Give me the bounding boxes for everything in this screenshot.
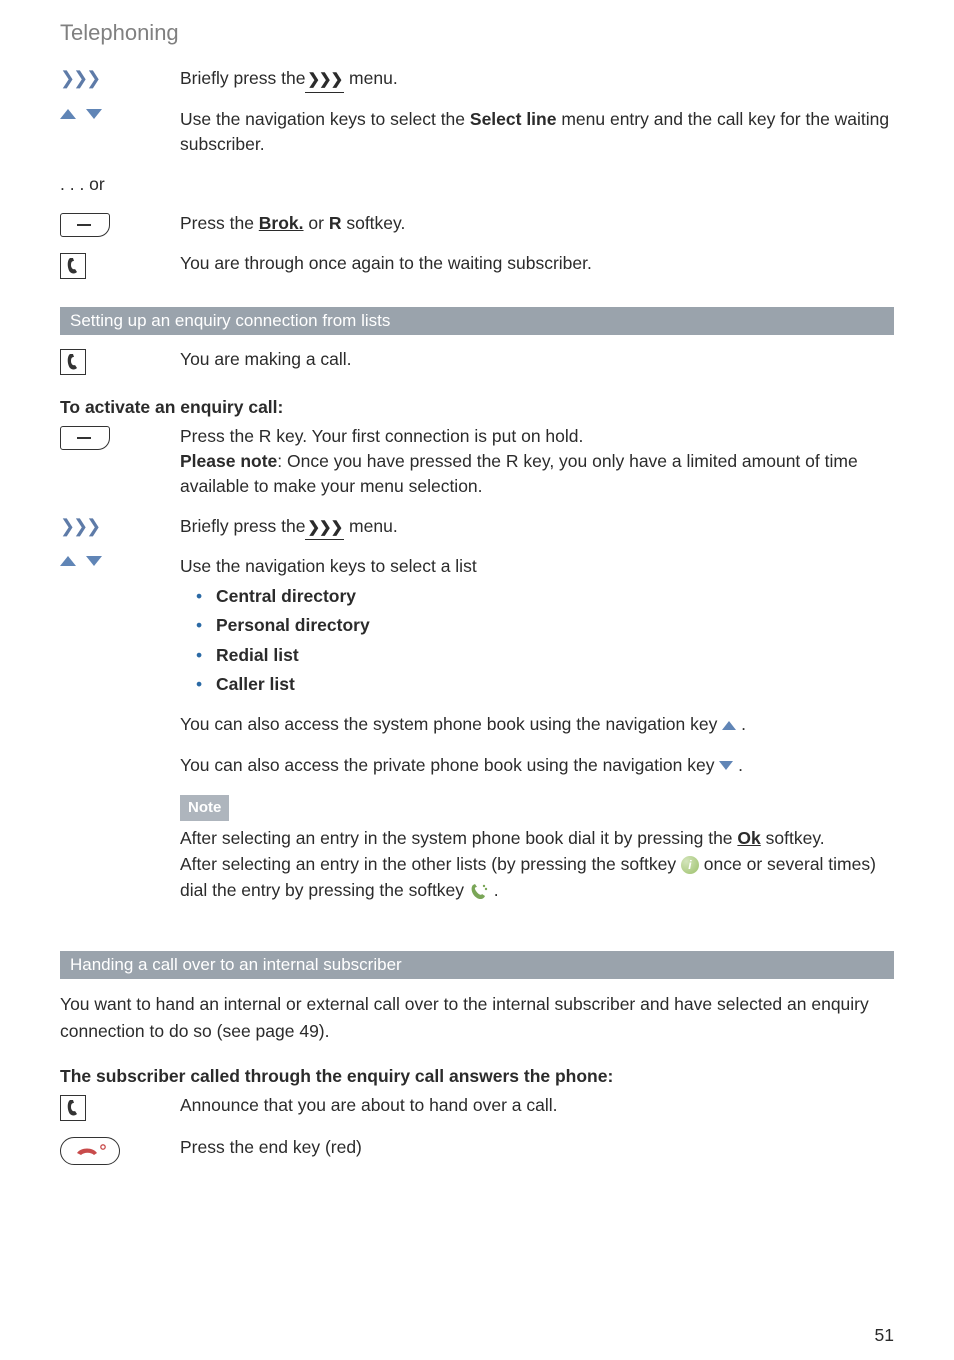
instruction-press-brok: Press the Brok. or R softkey.: [180, 211, 894, 236]
call-softkey-icon: [469, 881, 489, 901]
instruction-press-end-key: Press the end key (red): [180, 1135, 894, 1160]
subhead-subscriber-answers: The subscriber called through the enquir…: [60, 1066, 894, 1087]
menu-chevrons-icon: ❯❯❯: [305, 517, 344, 541]
nav-up-down-icon: [60, 107, 180, 119]
list-item: Personal directory: [216, 615, 370, 635]
chevrons-icon: ❯❯❯: [60, 514, 180, 537]
list-item: Redial list: [216, 645, 299, 665]
chevrons-icon: ❯❯❯: [60, 66, 180, 89]
subhead-activate-enquiry: To activate an enquiry call:: [60, 397, 894, 418]
call-key-icon: [60, 1093, 180, 1121]
nav-down-icon: [719, 761, 733, 770]
list-item: Central directory: [216, 586, 356, 606]
or-separator: . . . or: [60, 174, 894, 195]
instruction-select-list: Use the navigation keys to select a list: [180, 554, 894, 579]
instruction-press-r-key: Press the R key. Your first connection i…: [180, 424, 894, 500]
instruction-select-line: Use the navigation keys to select the Se…: [180, 107, 894, 158]
nav-up-down-icon: [60, 554, 180, 566]
nav-up-icon: [722, 721, 736, 730]
list-item: Caller list: [216, 674, 295, 694]
note-block: Note After selecting an entry in the sys…: [180, 794, 894, 904]
minus-key-icon: [60, 211, 180, 237]
instruction-private-phonebook: You can also access the private phone bo…: [180, 752, 894, 778]
instruction-press-menu-2: Briefly press the❯❯❯ menu.: [180, 514, 894, 541]
instruction-press-menu: Briefly press the❯❯❯ menu.: [180, 66, 894, 93]
instruction-through-again: You are through once again to the waitin…: [180, 251, 894, 276]
section-enquiry-lists: Setting up an enquiry connection from li…: [60, 307, 894, 335]
call-key-icon: [60, 347, 180, 375]
info-softkey-icon: [681, 856, 699, 874]
minus-key-icon: [60, 424, 180, 450]
menu-chevrons-icon: ❯❯❯: [305, 69, 344, 93]
instruction-system-phonebook: You can also access the system phone boo…: [180, 711, 894, 737]
para-hand-over: You want to hand an internal or external…: [60, 991, 894, 1044]
note-label: Note: [180, 795, 229, 821]
section-handing-call: Handing a call over to an internal subsc…: [60, 951, 894, 979]
page-number: 51: [875, 1325, 894, 1346]
instruction-announce: Announce that you are about to hand over…: [180, 1093, 894, 1118]
end-key-icon: [60, 1135, 180, 1165]
page-title: Telephoning: [60, 20, 894, 46]
call-key-icon: [60, 251, 180, 279]
list-types: Central directory Personal directory Red…: [180, 584, 894, 698]
instruction-making-call: You are making a call.: [180, 347, 894, 372]
